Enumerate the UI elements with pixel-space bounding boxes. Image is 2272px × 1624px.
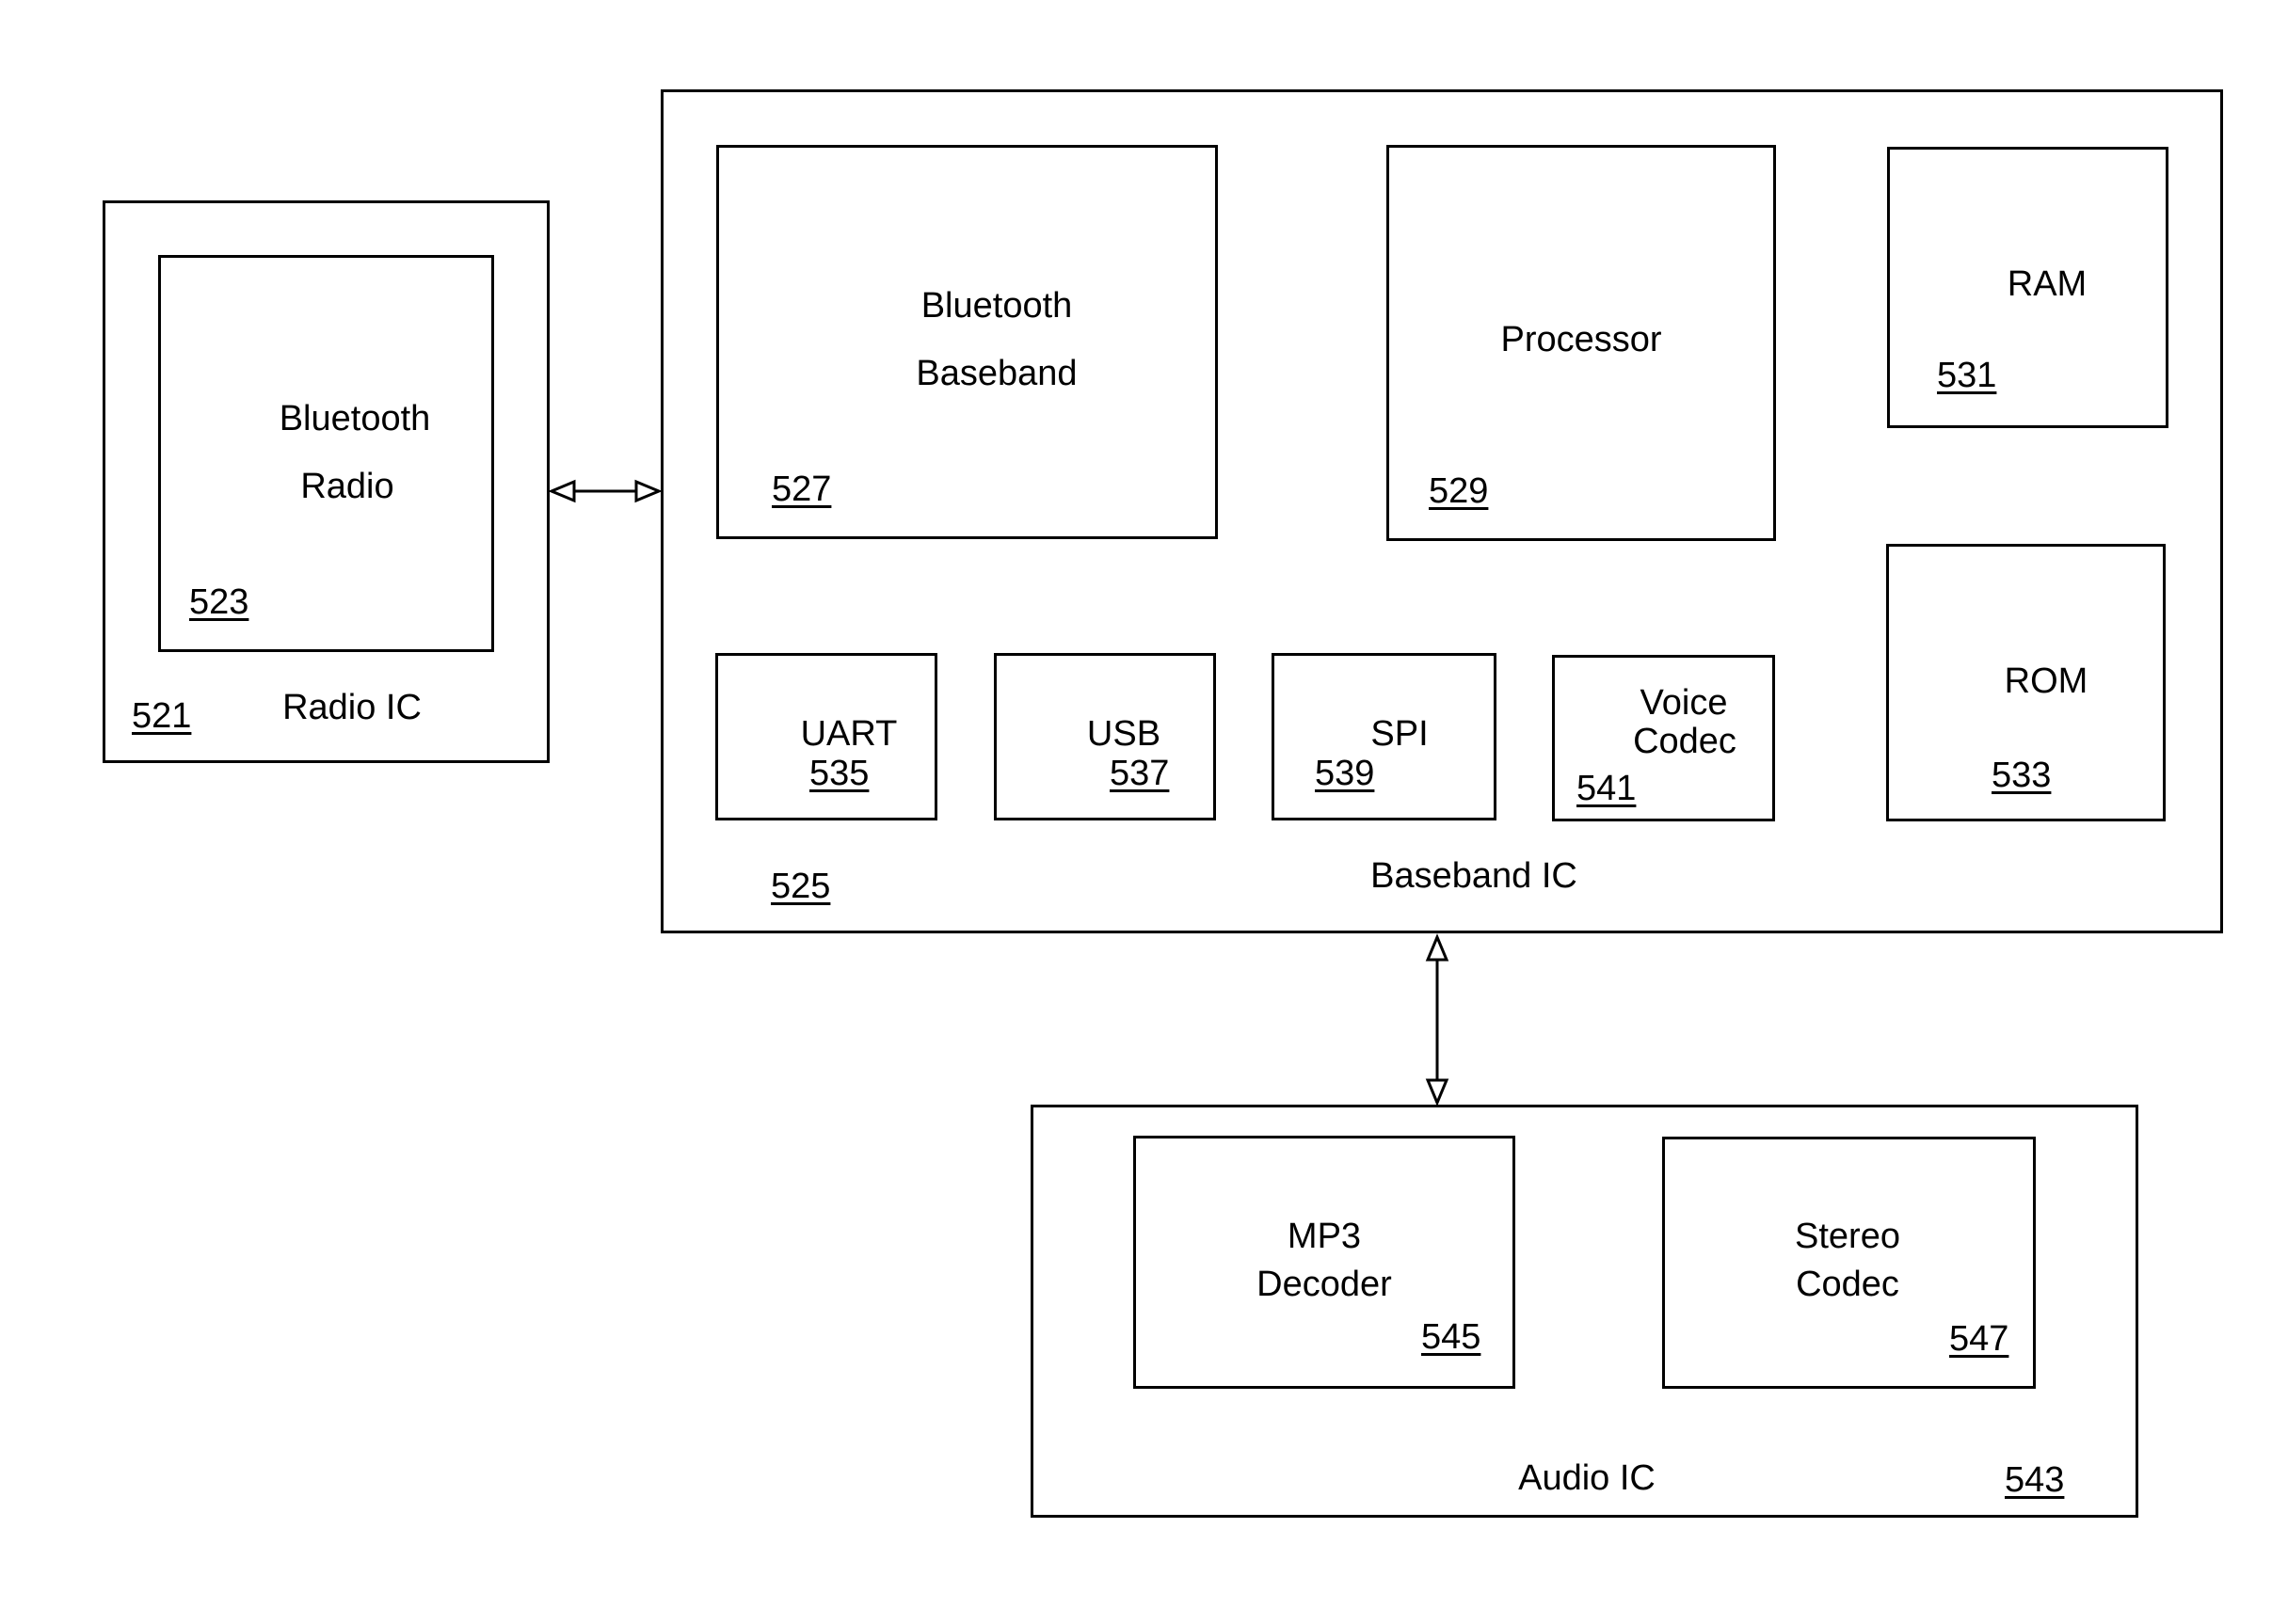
radio-baseband-arrow (548, 479, 663, 503)
baseband-audio-arrow (1425, 933, 1449, 1107)
connection-arrows (548, 479, 1449, 1107)
